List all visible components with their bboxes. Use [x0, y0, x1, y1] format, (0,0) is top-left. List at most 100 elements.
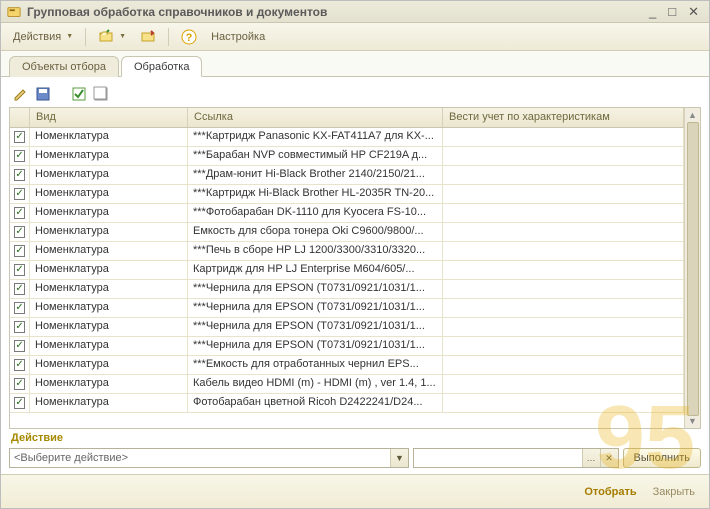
- row-link: ***Картридж Hi-Black Brother HL-2035R TN…: [188, 185, 443, 203]
- row-kind: Номенклатура: [30, 185, 188, 203]
- row-kind: Номенклатура: [30, 299, 188, 317]
- actions-label: Действия: [13, 31, 61, 43]
- row-checkbox[interactable]: ✓: [14, 340, 24, 352]
- row-kind: Номенклатура: [30, 375, 188, 393]
- scroll-down-icon[interactable]: ▼: [688, 416, 697, 426]
- row-variant: [443, 166, 684, 184]
- table-row[interactable]: ✓Номенклатура***Чернила для EPSON (T0731…: [10, 337, 684, 356]
- table-row[interactable]: ✓Номенклатура***Драм-юнит Hi-Black Broth…: [10, 166, 684, 185]
- actions-menu[interactable]: Действия ▼: [7, 28, 79, 46]
- row-link: ***Чернила для EPSON (T0731/0921/1031/1.…: [188, 299, 443, 317]
- execute-button[interactable]: Выполнить: [623, 448, 701, 468]
- vertical-scrollbar[interactable]: ▲ ▼: [684, 108, 700, 428]
- row-checkbox-cell: ✓: [10, 318, 30, 336]
- clear-icon[interactable]: ✕: [600, 449, 618, 467]
- save-settings-button[interactable]: [134, 26, 162, 48]
- header-checkbox[interactable]: [10, 108, 30, 127]
- row-checkbox[interactable]: ✓: [14, 169, 24, 181]
- row-checkbox-cell: ✓: [10, 394, 30, 412]
- svg-text:?: ?: [186, 32, 193, 44]
- table-row[interactable]: ✓Номенклатура***Барабан NVP совместимый …: [10, 147, 684, 166]
- maximize-button[interactable]: □: [664, 4, 680, 20]
- row-checkbox-cell: ✓: [10, 166, 30, 184]
- row-checkbox[interactable]: ✓: [14, 207, 24, 219]
- ellipsis-icon[interactable]: …: [582, 449, 600, 467]
- folder-open-icon: [98, 29, 114, 45]
- uncheck-all-icon[interactable]: [93, 86, 109, 102]
- close-link[interactable]: Закрыть: [653, 486, 695, 498]
- row-checkbox[interactable]: ✓: [14, 283, 24, 295]
- table-row[interactable]: ✓Номенклатура***Фотобарабан DK-1110 для …: [10, 204, 684, 223]
- table-row[interactable]: ✓ Номенклатура***Картридж Hi-Black Brothe…: [10, 185, 684, 204]
- row-checkbox[interactable]: ✓: [14, 321, 24, 333]
- row-variant: [443, 223, 684, 241]
- row-checkbox[interactable]: ✓: [14, 150, 24, 162]
- row-checkbox[interactable]: ✓: [14, 131, 24, 143]
- grid-toolbar: [9, 83, 701, 105]
- row-link: ***Драм-юнит Hi-Black Brother 2140/2150/…: [188, 166, 443, 184]
- row-checkbox[interactable]: ✓: [14, 226, 24, 238]
- separator: [168, 28, 169, 46]
- save-icon[interactable]: [35, 86, 51, 102]
- row-link: ***Емкость для отработанных чернил EPS..…: [188, 356, 443, 374]
- scroll-up-icon[interactable]: ▲: [688, 110, 697, 120]
- row-variant: [443, 242, 684, 260]
- row-checkbox-cell: ✓: [10, 147, 30, 165]
- load-settings-button[interactable]: ▼: [92, 26, 132, 48]
- row-checkbox[interactable]: ✓: [14, 378, 24, 390]
- row-link: Кабель видео HDMI (m) - HDMI (m) , ver 1…: [188, 375, 443, 393]
- row-kind: Номенклатура: [30, 356, 188, 374]
- grid: Вид Ссылка Вести учет по характеристикам…: [9, 107, 701, 429]
- settings-button[interactable]: Настройка: [205, 28, 271, 46]
- row-link: ***Барабан NVP совместимый HP CF219A д..…: [188, 147, 443, 165]
- row-checkbox[interactable]: ✓: [14, 397, 24, 409]
- row-link: ***Картридж Panasonic KX-FAT411A7 для KX…: [188, 128, 443, 146]
- action-combo[interactable]: ▼: [9, 448, 409, 468]
- app-icon: [7, 5, 21, 19]
- table-row[interactable]: ✓НоменклатураФотобарабан цветной Ricoh D…: [10, 394, 684, 413]
- action-row: ▼ … ✕ Выполнить: [9, 446, 701, 472]
- row-kind: Номенклатура: [30, 394, 188, 412]
- tab-bar: Объекты отбора Обработка: [1, 51, 709, 77]
- table-row[interactable]: ✓ Номенклатура***Чернила для EPSON (T0731…: [10, 299, 684, 318]
- row-checkbox[interactable]: ✓: [14, 302, 24, 314]
- row-checkbox[interactable]: ✓: [14, 245, 24, 257]
- check-all-icon[interactable]: [71, 86, 87, 102]
- table-row[interactable]: ✓Номенклатура***Печь в сборе HP LJ 1200/…: [10, 242, 684, 261]
- row-variant: [443, 394, 684, 412]
- row-variant: [443, 375, 684, 393]
- select-button[interactable]: Отобрать: [584, 486, 636, 498]
- row-checkbox-cell: ✓: [10, 375, 30, 393]
- row-variant: [443, 356, 684, 374]
- tab-selection-objects[interactable]: Объекты отбора: [9, 56, 119, 77]
- table-row[interactable]: ✓НоменклатураКартридж для HP LJ Enterpri…: [10, 261, 684, 280]
- table-row[interactable]: ✓ НоменклатураКабель видео HDMI (m) - HDM…: [10, 375, 684, 394]
- action-param[interactable]: … ✕: [413, 448, 619, 468]
- row-checkbox[interactable]: ✓: [14, 359, 24, 371]
- row-checkbox-cell: ✓: [10, 242, 30, 260]
- tab-processing[interactable]: Обработка: [121, 56, 202, 77]
- chevron-down-icon[interactable]: ▼: [390, 449, 408, 467]
- header-variant[interactable]: Вести учет по характеристикам: [443, 108, 684, 127]
- action-param-input[interactable]: [414, 450, 582, 466]
- minimize-button[interactable]: _: [645, 4, 660, 20]
- window-title: Групповая обработка справочников и докум…: [27, 5, 327, 19]
- table-row[interactable]: ✓Номенклатура***Чернила для EPSON (T0731…: [10, 318, 684, 337]
- scrollbar-thumb[interactable]: [687, 122, 699, 416]
- row-variant: [443, 204, 684, 222]
- action-combo-input[interactable]: [10, 450, 390, 466]
- edit-icon[interactable]: [13, 86, 29, 102]
- header-kind[interactable]: Вид: [30, 108, 188, 127]
- row-link: Картридж для HP LJ Enterprise M604/605/.…: [188, 261, 443, 279]
- table-row[interactable]: ✓НоменклатураЕмкость для сбора тонера Ok…: [10, 223, 684, 242]
- row-variant: [443, 337, 684, 355]
- row-checkbox[interactable]: ✓: [14, 264, 24, 276]
- help-button[interactable]: ?: [175, 26, 203, 48]
- table-row[interactable]: ✓Номенклатура***Чернила для EPSON (T0731…: [10, 280, 684, 299]
- table-row[interactable]: ✓Номенклатура***Картридж Panasonic KX-FA…: [10, 128, 684, 147]
- close-button[interactable]: ✕: [684, 4, 703, 20]
- row-kind: Номенклатура: [30, 318, 188, 336]
- row-checkbox[interactable]: ✓: [14, 188, 24, 200]
- table-row[interactable]: ✓ Номенклатура***Емкость для отработанных…: [10, 356, 684, 375]
- header-link[interactable]: Ссылка: [188, 108, 443, 127]
